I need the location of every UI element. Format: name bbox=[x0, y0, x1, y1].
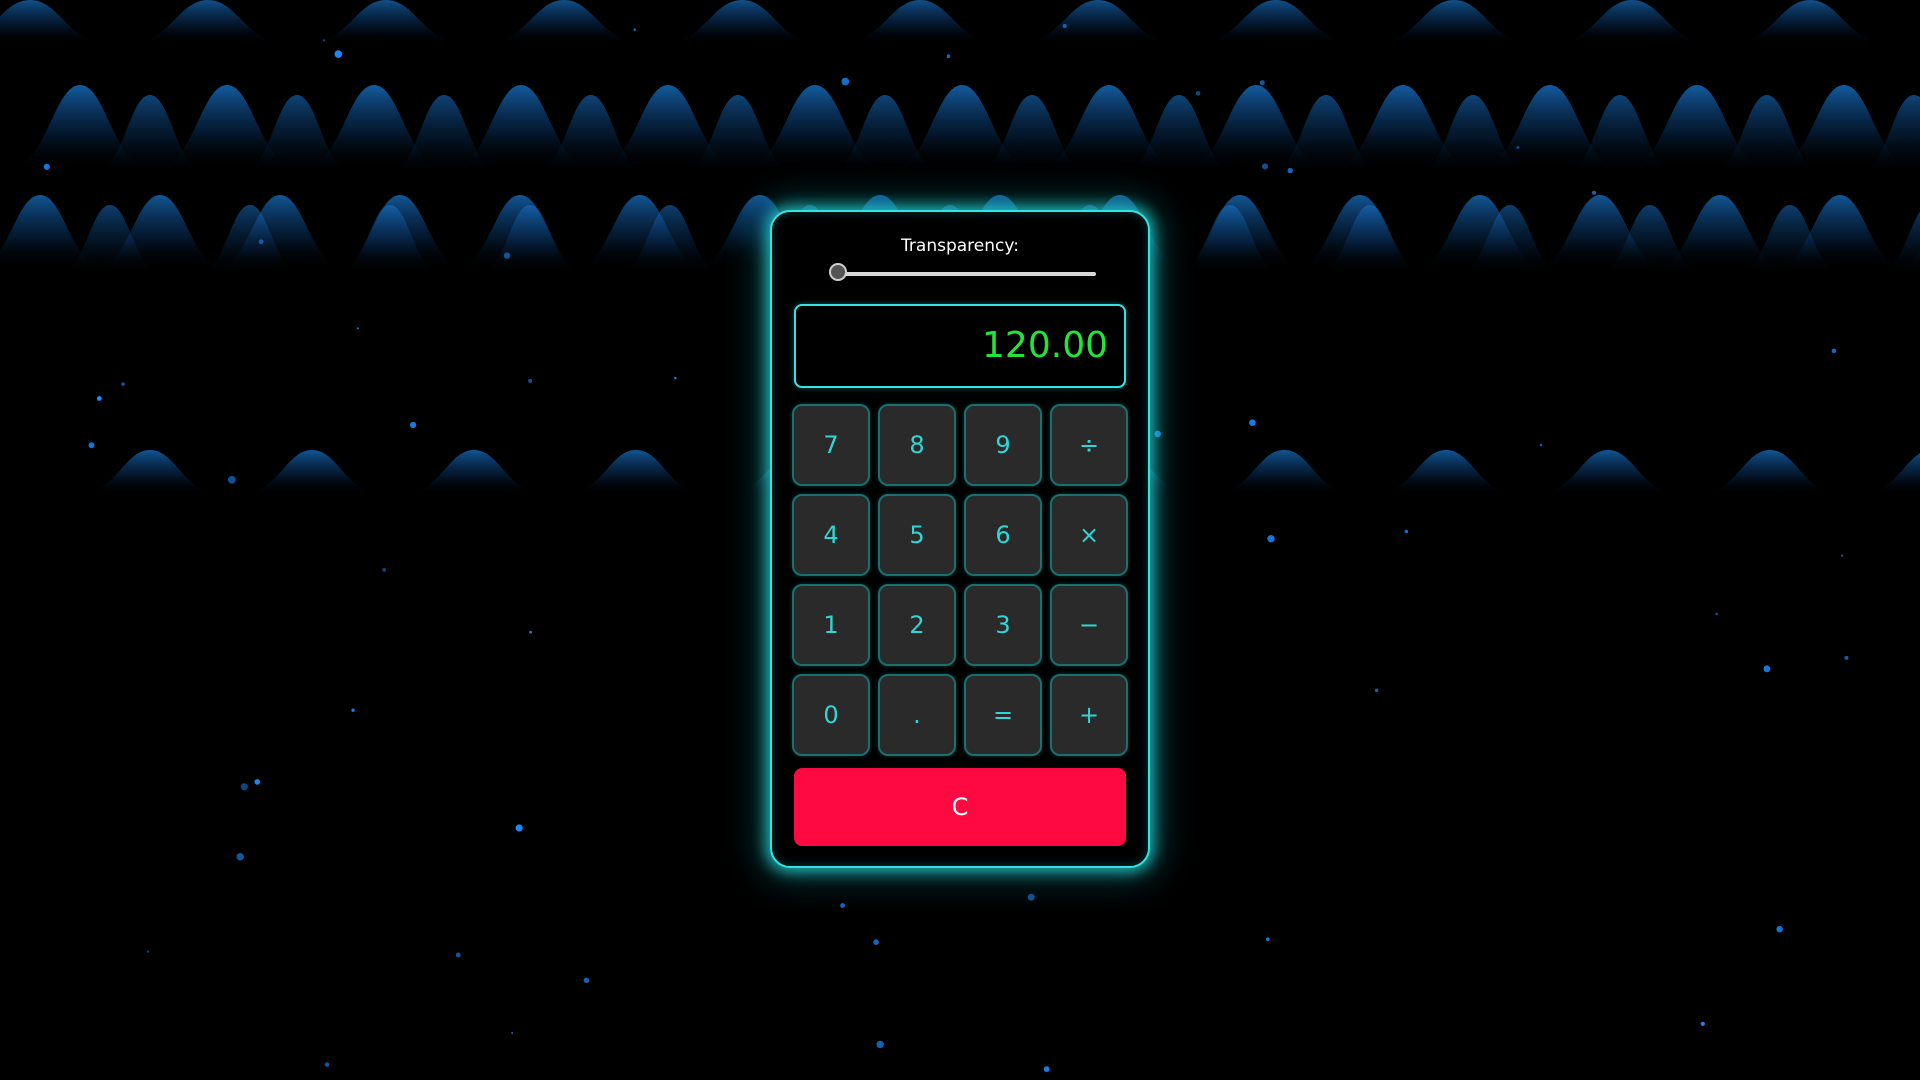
background-scene: Transparency: 120.00 7 8 9 ÷ 4 5 6 × 1 2… bbox=[0, 0, 1920, 1080]
particle-dot bbox=[322, 39, 326, 42]
particle-dot bbox=[1763, 665, 1771, 673]
particle-dot bbox=[455, 952, 461, 958]
particle-dot bbox=[583, 977, 590, 984]
particle-dot bbox=[503, 252, 511, 259]
particle-dot bbox=[351, 708, 355, 712]
clear-button[interactable]: C bbox=[794, 768, 1126, 846]
particle-dot bbox=[529, 630, 532, 634]
particle-dot bbox=[873, 939, 879, 945]
wave-hump bbox=[1533, 450, 1683, 495]
particle-dot bbox=[1287, 167, 1293, 174]
wave-hump bbox=[1369, 0, 1539, 45]
key-subtract[interactable]: − bbox=[1050, 584, 1128, 666]
particle-dot bbox=[96, 396, 102, 401]
wave-hump bbox=[301, 0, 471, 45]
particle-dot bbox=[240, 783, 248, 791]
particle-dot bbox=[1195, 91, 1201, 96]
particle-dot bbox=[946, 54, 951, 58]
particle-dot bbox=[1844, 655, 1849, 660]
particle-dot bbox=[674, 376, 677, 380]
key-multiply[interactable]: × bbox=[1050, 494, 1128, 576]
particle-dot bbox=[1043, 1066, 1050, 1072]
particle-dot bbox=[1539, 443, 1543, 447]
wave-hump bbox=[561, 450, 711, 495]
particle-dot bbox=[515, 824, 523, 832]
particle-dot bbox=[1154, 430, 1161, 438]
particle-dot bbox=[1259, 80, 1265, 86]
wave-hump bbox=[1209, 450, 1359, 495]
calculator-display: 120.00 bbox=[794, 304, 1126, 388]
particle-dot bbox=[1700, 1021, 1705, 1026]
wave-hump bbox=[399, 450, 549, 495]
particle-dot bbox=[356, 327, 359, 330]
key-9[interactable]: 9 bbox=[964, 404, 1042, 486]
key-1[interactable]: 1 bbox=[792, 584, 870, 666]
key-add[interactable]: + bbox=[1050, 674, 1128, 756]
particle-dot bbox=[1267, 535, 1275, 543]
key-5[interactable]: 5 bbox=[878, 494, 956, 576]
particle-dot bbox=[236, 853, 244, 861]
key-2[interactable]: 2 bbox=[878, 584, 956, 666]
particle-dot bbox=[1831, 348, 1837, 354]
keypad: 7 8 9 ÷ 4 5 6 × 1 2 3 − 0 . = + bbox=[792, 404, 1130, 756]
wave-hump bbox=[0, 0, 115, 45]
key-4[interactable]: 4 bbox=[792, 494, 870, 576]
wave-hump bbox=[1547, 0, 1717, 45]
wave-hump bbox=[1371, 450, 1521, 495]
wave-hump bbox=[237, 450, 387, 495]
key-divide[interactable]: ÷ bbox=[1050, 404, 1128, 486]
wave-hump bbox=[1857, 453, 1920, 495]
wave-hump bbox=[657, 0, 827, 45]
key-decimal[interactable]: . bbox=[878, 674, 956, 756]
particle-dot bbox=[1266, 937, 1270, 941]
transparency-slider-thumb[interactable] bbox=[829, 263, 847, 281]
particle-dot bbox=[1776, 926, 1783, 933]
particle-dot bbox=[228, 475, 236, 484]
wave-hump bbox=[75, 450, 225, 495]
key-7[interactable]: 7 bbox=[792, 404, 870, 486]
particle-dot bbox=[528, 378, 533, 383]
particle-dot bbox=[1062, 24, 1067, 28]
particle-dot bbox=[1516, 146, 1520, 150]
wave-hump bbox=[1013, 0, 1183, 45]
particle-dot bbox=[841, 77, 850, 86]
key-6[interactable]: 6 bbox=[964, 494, 1042, 576]
particle-dot bbox=[334, 50, 343, 58]
particle-dot bbox=[1249, 419, 1256, 427]
particle-dot bbox=[1027, 893, 1035, 901]
particle-dot bbox=[324, 1062, 330, 1067]
particle-dot bbox=[1841, 554, 1844, 557]
wave-hump bbox=[835, 0, 1005, 45]
transparency-slider-track[interactable] bbox=[838, 272, 1096, 276]
key-8[interactable]: 8 bbox=[878, 404, 956, 486]
calculator-panel: Transparency: 120.00 7 8 9 ÷ 4 5 6 × 1 2… bbox=[770, 210, 1150, 868]
key-3[interactable]: 3 bbox=[964, 584, 1042, 666]
wave-hump bbox=[123, 0, 293, 45]
wave-hump bbox=[479, 0, 649, 45]
transparency-label: Transparency: bbox=[901, 236, 1019, 256]
particle-dot bbox=[254, 779, 261, 785]
particle-dot bbox=[1404, 529, 1409, 534]
particle-dot bbox=[382, 568, 387, 572]
particle-dot bbox=[258, 239, 264, 245]
particle-dot bbox=[146, 950, 150, 953]
particle-dot bbox=[633, 28, 636, 31]
wave-hump bbox=[1725, 0, 1895, 45]
wave-hump bbox=[1695, 450, 1845, 495]
particle-dot bbox=[511, 1031, 514, 1034]
wave-hump bbox=[1903, 42, 1920, 45]
key-0[interactable]: 0 bbox=[792, 674, 870, 756]
particle-dot bbox=[1374, 688, 1379, 693]
particle-dot bbox=[410, 421, 417, 429]
particle-dot bbox=[43, 163, 50, 170]
wave-hump bbox=[1191, 0, 1361, 45]
particle-dot bbox=[1715, 612, 1718, 616]
particle-dot bbox=[88, 442, 95, 449]
particle-dot bbox=[876, 1040, 884, 1049]
particle-dot bbox=[1262, 163, 1268, 170]
particle-dot bbox=[1592, 190, 1596, 195]
particle-dot bbox=[121, 382, 125, 386]
key-equals[interactable]: = bbox=[964, 674, 1042, 756]
particle-dot bbox=[840, 903, 845, 908]
